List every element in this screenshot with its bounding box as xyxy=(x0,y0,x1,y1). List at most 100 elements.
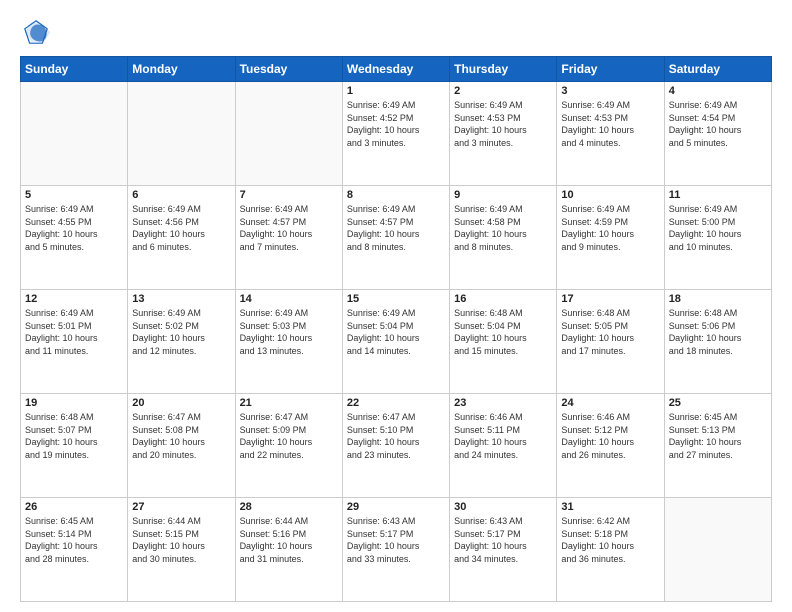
week-row-5: 26 Sunrise: 6:45 AM Sunset: 5:14 PM Dayli… xyxy=(21,498,772,602)
day-number: 28 xyxy=(240,501,338,513)
day-number: 2 xyxy=(454,85,552,97)
day-info: Sunrise: 6:47 AM Sunset: 5:10 PM Dayligh… xyxy=(347,411,445,461)
day-number: 11 xyxy=(669,189,767,201)
day-number: 23 xyxy=(454,397,552,409)
day-info: Sunrise: 6:46 AM Sunset: 5:12 PM Dayligh… xyxy=(561,411,659,461)
calendar-cell: 21 Sunrise: 6:47 AM Sunset: 5:09 PM Dayli… xyxy=(235,394,342,498)
calendar-cell: 2 Sunrise: 6:49 AM Sunset: 4:53 PM Daylig… xyxy=(450,82,557,186)
day-number: 29 xyxy=(347,501,445,513)
calendar-header-sunday: Sunday xyxy=(21,57,128,82)
day-info: Sunrise: 6:49 AM Sunset: 5:04 PM Dayligh… xyxy=(347,307,445,357)
day-info: Sunrise: 6:49 AM Sunset: 4:59 PM Dayligh… xyxy=(561,203,659,253)
day-info: Sunrise: 6:43 AM Sunset: 5:17 PM Dayligh… xyxy=(347,515,445,565)
calendar-cell: 4 Sunrise: 6:49 AM Sunset: 4:54 PM Daylig… xyxy=(664,82,771,186)
day-number: 3 xyxy=(561,85,659,97)
day-number: 1 xyxy=(347,85,445,97)
calendar-cell: 5Sunrise: 6:49 AM Sunset: 4:55 PM Daylig… xyxy=(21,186,128,290)
day-info: Sunrise: 6:49 AM Sunset: 5:01 PM Dayligh… xyxy=(25,307,123,357)
calendar-cell xyxy=(664,498,771,602)
calendar-cell xyxy=(128,82,235,186)
day-info: Sunrise: 6:49 AM Sunset: 4:56 PM Dayligh… xyxy=(132,203,230,253)
calendar-cell: 23Sunrise: 6:46 AM Sunset: 5:11 PM Dayli… xyxy=(450,394,557,498)
calendar-cell: 31Sunrise: 6:42 AM Sunset: 5:18 PM Dayli… xyxy=(557,498,664,602)
calendar-table: SundayMondayTuesdayWednesdayThursdayFrid… xyxy=(20,56,772,602)
day-info: Sunrise: 6:49 AM Sunset: 5:00 PM Dayligh… xyxy=(669,203,767,253)
day-number: 9 xyxy=(454,189,552,201)
calendar-cell xyxy=(21,82,128,186)
day-info: Sunrise: 6:43 AM Sunset: 5:17 PM Dayligh… xyxy=(454,515,552,565)
day-number: 6 xyxy=(132,189,230,201)
day-number: 12 xyxy=(25,293,123,305)
calendar-cell: 12 Sunrise: 6:49 AM Sunset: 5:01 PM Dayli… xyxy=(21,290,128,394)
calendar-header-saturday: Saturday xyxy=(664,57,771,82)
calendar-cell: 20 Sunrise: 6:47 AM Sunset: 5:08 PM Dayli… xyxy=(128,394,235,498)
day-number: 18 xyxy=(669,293,767,305)
day-info: Sunrise: 6:49 AM Sunset: 4:53 PM Dayligh… xyxy=(454,99,552,149)
day-number: 13 xyxy=(132,293,230,305)
day-info: Sunrise: 6:44 AM Sunset: 5:15 PM Dayligh… xyxy=(132,515,230,565)
day-number: 22 xyxy=(347,397,445,409)
calendar-cell: 27 Sunrise: 6:44 AM Sunset: 5:15 PM Dayli… xyxy=(128,498,235,602)
calendar-cell: 11 Sunrise: 6:49 AM Sunset: 5:00 PM Dayli… xyxy=(664,186,771,290)
calendar-cell: 9 Sunrise: 6:49 AM Sunset: 4:58 PM Daylig… xyxy=(450,186,557,290)
calendar-cell: 16 Sunrise: 6:48 AM Sunset: 5:04 PM Dayli… xyxy=(450,290,557,394)
calendar-header-row: SundayMondayTuesdayWednesdayThursdayFrid… xyxy=(21,57,772,82)
calendar-cell: 26 Sunrise: 6:45 AM Sunset: 5:14 PM Dayli… xyxy=(21,498,128,602)
day-info: Sunrise: 6:44 AM Sunset: 5:16 PM Dayligh… xyxy=(240,515,338,565)
day-number: 7 xyxy=(240,189,338,201)
logo xyxy=(20,16,56,48)
day-info: Sunrise: 6:48 AM Sunset: 5:04 PM Dayligh… xyxy=(454,307,552,357)
calendar-cell: 14Sunrise: 6:49 AM Sunset: 5:03 PM Dayli… xyxy=(235,290,342,394)
day-info: Sunrise: 6:49 AM Sunset: 4:54 PM Dayligh… xyxy=(669,99,767,149)
calendar-cell: 10 Sunrise: 6:49 AM Sunset: 4:59 PM Dayli… xyxy=(557,186,664,290)
day-number: 5 xyxy=(25,189,123,201)
day-info: Sunrise: 6:49 AM Sunset: 5:02 PM Dayligh… xyxy=(132,307,230,357)
day-number: 27 xyxy=(132,501,230,513)
day-number: 4 xyxy=(669,85,767,97)
calendar-cell: 17Sunrise: 6:48 AM Sunset: 5:05 PM Dayli… xyxy=(557,290,664,394)
calendar-cell: 18 Sunrise: 6:48 AM Sunset: 5:06 PM Dayli… xyxy=(664,290,771,394)
day-number: 10 xyxy=(561,189,659,201)
calendar-cell: 30 Sunrise: 6:43 AM Sunset: 5:17 PM Dayli… xyxy=(450,498,557,602)
calendar-cell xyxy=(235,82,342,186)
day-number: 8 xyxy=(347,189,445,201)
day-number: 19 xyxy=(25,397,123,409)
day-info: Sunrise: 6:49 AM Sunset: 5:03 PM Dayligh… xyxy=(240,307,338,357)
page: SundayMondayTuesdayWednesdayThursdayFrid… xyxy=(0,0,792,612)
day-info: Sunrise: 6:49 AM Sunset: 4:53 PM Dayligh… xyxy=(561,99,659,149)
day-number: 25 xyxy=(669,397,767,409)
calendar-header-monday: Monday xyxy=(128,57,235,82)
day-info: Sunrise: 6:42 AM Sunset: 5:18 PM Dayligh… xyxy=(561,515,659,565)
calendar-cell: 15 Sunrise: 6:49 AM Sunset: 5:04 PM Dayli… xyxy=(342,290,449,394)
day-info: Sunrise: 6:48 AM Sunset: 5:07 PM Dayligh… xyxy=(25,411,123,461)
calendar-cell: 29 Sunrise: 6:43 AM Sunset: 5:17 PM Dayli… xyxy=(342,498,449,602)
day-info: Sunrise: 6:49 AM Sunset: 4:52 PM Dayligh… xyxy=(347,99,445,149)
day-number: 16 xyxy=(454,293,552,305)
week-row-3: 12 Sunrise: 6:49 AM Sunset: 5:01 PM Dayli… xyxy=(21,290,772,394)
week-row-4: 19 Sunrise: 6:48 AM Sunset: 5:07 PM Dayli… xyxy=(21,394,772,498)
day-info: Sunrise: 6:47 AM Sunset: 5:09 PM Dayligh… xyxy=(240,411,338,461)
day-info: Sunrise: 6:49 AM Sunset: 4:57 PM Dayligh… xyxy=(347,203,445,253)
calendar-cell: 25Sunrise: 6:45 AM Sunset: 5:13 PM Dayli… xyxy=(664,394,771,498)
calendar-header-friday: Friday xyxy=(557,57,664,82)
day-info: Sunrise: 6:47 AM Sunset: 5:08 PM Dayligh… xyxy=(132,411,230,461)
day-number: 30 xyxy=(454,501,552,513)
calendar-header-thursday: Thursday xyxy=(450,57,557,82)
day-number: 15 xyxy=(347,293,445,305)
generalblue-icon xyxy=(20,16,52,48)
day-info: Sunrise: 6:48 AM Sunset: 5:05 PM Dayligh… xyxy=(561,307,659,357)
day-info: Sunrise: 6:45 AM Sunset: 5:14 PM Dayligh… xyxy=(25,515,123,565)
day-number: 24 xyxy=(561,397,659,409)
calendar-cell: 7Sunrise: 6:49 AM Sunset: 4:57 PM Daylig… xyxy=(235,186,342,290)
calendar-cell: 24 Sunrise: 6:46 AM Sunset: 5:12 PM Dayli… xyxy=(557,394,664,498)
calendar-cell: 22 Sunrise: 6:47 AM Sunset: 5:10 PM Dayli… xyxy=(342,394,449,498)
day-number: 20 xyxy=(132,397,230,409)
day-info: Sunrise: 6:49 AM Sunset: 4:58 PM Dayligh… xyxy=(454,203,552,253)
week-row-1: 1 Sunrise: 6:49 AM Sunset: 4:52 PM Daylig… xyxy=(21,82,772,186)
calendar-header-tuesday: Tuesday xyxy=(235,57,342,82)
calendar-cell: 19 Sunrise: 6:48 AM Sunset: 5:07 PM Dayli… xyxy=(21,394,128,498)
day-info: Sunrise: 6:48 AM Sunset: 5:06 PM Dayligh… xyxy=(669,307,767,357)
day-number: 21 xyxy=(240,397,338,409)
calendar-cell: 1 Sunrise: 6:49 AM Sunset: 4:52 PM Daylig… xyxy=(342,82,449,186)
day-number: 26 xyxy=(25,501,123,513)
